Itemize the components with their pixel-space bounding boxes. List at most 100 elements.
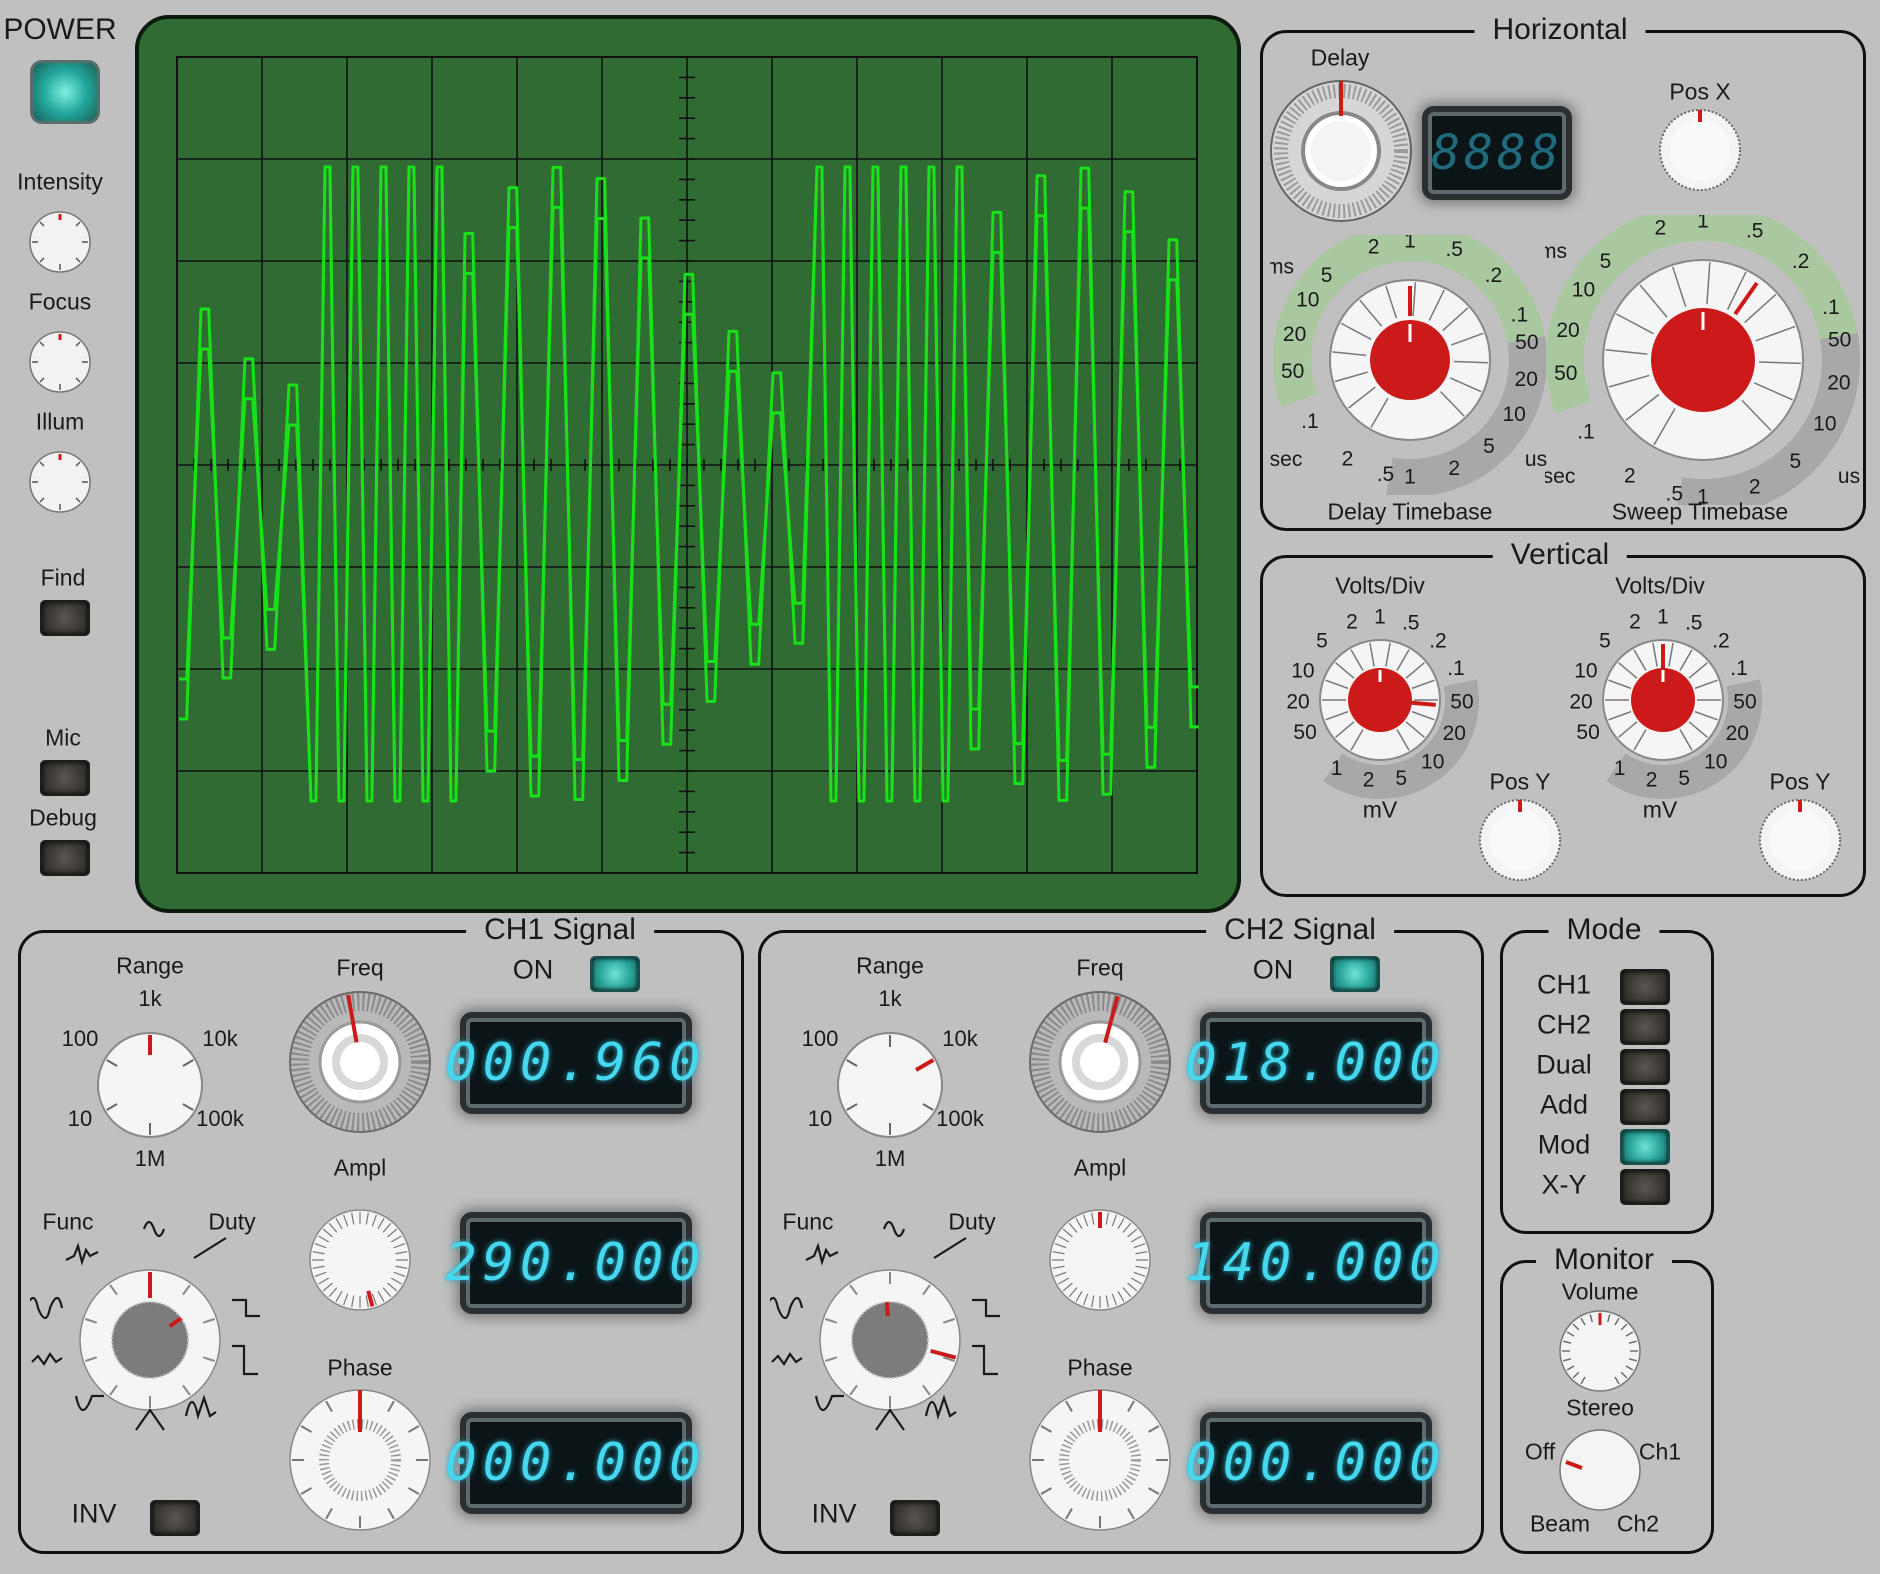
sweep-timebase-ms-tick: 5 [1600, 250, 1612, 273]
delay-timebase-us-tick: 2 [1448, 457, 1460, 480]
ch2-freq-knob[interactable] [1028, 990, 1172, 1134]
ch2-inv-label: INV [811, 1498, 857, 1529]
ch1-range-mark: 10k [202, 1026, 238, 1051]
debug-button[interactable] [40, 840, 90, 876]
ch1-volts-div-mv-tick: 50 [1450, 690, 1473, 713]
mic-button[interactable] [40, 760, 90, 796]
monitor-ch1-label: Ch1 [1638, 1438, 1682, 1465]
mode-x-y-button[interactable] [1620, 1169, 1670, 1205]
focus-knob[interactable] [28, 330, 92, 394]
mode-dual-button[interactable] [1620, 1049, 1670, 1085]
delay-timebase-ms-tick: .5 [1445, 238, 1463, 261]
delay-timebase-us-unit: us [1525, 448, 1547, 471]
stereo-selector-knob[interactable] [1558, 1428, 1642, 1512]
ch1-freq-display: 000.960 [445, 1018, 701, 1108]
sawtooth-wave-icon [933, 1237, 967, 1259]
delay-timebase-ms-tick: .1 [1511, 303, 1529, 326]
ch1-phase-knob[interactable] [288, 1388, 432, 1532]
ch2-range-knob[interactable]: 1k 100 10k 10 100k 1M [790, 985, 1000, 1175]
pos-x-knob[interactable] [1658, 108, 1742, 192]
ch2-title: CH2 Signal [1206, 913, 1394, 947]
ch2-range-mark: 100 [802, 1026, 839, 1051]
ch2-ampl-knob[interactable] [1048, 1208, 1152, 1312]
monitor-title: Monitor [1535, 1243, 1673, 1277]
sine-wave-icon [142, 1220, 166, 1238]
horizontal-title: Horizontal [1474, 13, 1646, 47]
debug-label: Debug [29, 804, 97, 831]
triangle-wave-icon [875, 1408, 905, 1431]
ch2-volts-div-v-low-tick: 20 [1569, 690, 1592, 713]
ch1-volts-div-mv-tick: 2 [1363, 769, 1375, 792]
delay-display: 8888 [1428, 112, 1566, 194]
ch2-volts-div-mv-tick: 50 [1733, 690, 1756, 713]
ch2-volts-div-dial[interactable]: 52 1.5.2.110205012 5102050 [1553, 600, 1773, 800]
power-button[interactable] [30, 60, 100, 124]
delay-timebase-ms-unit: ms [1270, 256, 1294, 279]
delay-timebase-ms-low-tick: 50 [1281, 360, 1304, 383]
mode-mod-button[interactable] [1620, 1129, 1670, 1165]
ch1-volts-div-v-tick: 2 [1346, 610, 1358, 633]
ch1-pos-y-knob[interactable] [1478, 798, 1562, 882]
ch2-freq-display: 018.000 [1185, 1018, 1441, 1108]
ch1-inv-label: INV [71, 1498, 117, 1529]
sweep-timebase-sec-unit: sec [1545, 465, 1575, 488]
sweep-timebase-ms-low-tick: 50 [1554, 362, 1577, 385]
delay-timebase-us-tick: 20 [1515, 368, 1538, 391]
ch1-range-mark: 1M [135, 1146, 166, 1171]
ch1-inv-button[interactable] [150, 1500, 200, 1536]
ch1-func-duty-knob[interactable] [30, 1205, 280, 1465]
mode-ch2-label: CH2 [1536, 1009, 1592, 1040]
pulse-wave-icon [972, 1344, 998, 1376]
ch1-range-mark: 100 [62, 1026, 99, 1051]
ch1-volts-div-v-tick: .1 [1447, 657, 1465, 680]
ch1-volts-div-indicator [1409, 700, 1436, 707]
ch2-inv-button[interactable] [890, 1500, 940, 1536]
ch2-pos-y-label: Pos Y [1769, 768, 1831, 795]
noise-wave-icon [65, 1242, 99, 1266]
delay-knob[interactable] [1268, 78, 1414, 224]
delay-timebase-sec-tick: .1 [1301, 410, 1319, 433]
ch1-ampl-knob[interactable] [308, 1208, 412, 1312]
ch2-volts-div-v-low-tick: 10 [1574, 660, 1597, 683]
ch2-func-label: Func [782, 1208, 834, 1235]
ch2-phase-display: 000.000 [1185, 1418, 1441, 1508]
ch1-volts-div-dial[interactable]: 52 1.5.2.110205012 5102050 [1270, 600, 1490, 800]
ch1-ampl-display: 290.000 [445, 1218, 701, 1308]
delay-timebase-dial[interactable]: 52 1.5.2.1102050.12.5 1 25102050mssec us [1270, 235, 1550, 495]
ch2-range-mark: 1M [875, 1146, 906, 1171]
intensity-knob[interactable] [28, 210, 92, 274]
ch1-func-duty-knob [111, 1301, 189, 1379]
ch1-volts-div-v-low-tick: 20 [1286, 690, 1309, 713]
ch2-duty-label: Duty [948, 1208, 996, 1235]
mode-add-button[interactable] [1620, 1089, 1670, 1125]
delay-timebase-ms-tick: 1 [1404, 235, 1416, 253]
ch1-on-button[interactable] [590, 956, 640, 992]
illum-knob[interactable] [28, 450, 92, 514]
ch2-trace [179, 165, 1199, 803]
sweep-timebase-us-tick: 2 [1749, 475, 1761, 498]
mode-x-y-label: X-Y [1541, 1169, 1587, 1200]
ch1-phase-display: 000.000 [445, 1418, 701, 1508]
find-button[interactable] [40, 600, 90, 636]
sweep-timebase-dial[interactable]: 52 1.5.2.1102050.12.5 1 25102050mssec us [1545, 215, 1865, 505]
ch1-freq-knob[interactable] [288, 990, 432, 1134]
mode-ch2-button[interactable] [1620, 1009, 1670, 1045]
ch2-volts-div-mv-tick: 1 [1614, 757, 1626, 780]
delay-timebase-ms-tick: 2 [1368, 235, 1380, 258]
monitor-beam-label: Beam [1529, 1510, 1591, 1537]
ch2-phase-knob[interactable] [1028, 1388, 1172, 1532]
ch2-on-button[interactable] [1330, 956, 1380, 992]
ch1-range-knob[interactable]: 1k 100 10k 10 100k 1M [50, 985, 260, 1175]
volume-knob[interactable] [1558, 1309, 1642, 1393]
ch1-ampl-label: Ampl [333, 1154, 387, 1181]
sweep-timebase-us-tick: 5 [1789, 450, 1801, 473]
ch1-volts-div-label: Volts/Div [1335, 572, 1425, 599]
delay-label: Delay [1310, 44, 1370, 71]
mode-dual-label: Dual [1536, 1049, 1592, 1080]
sweep-timebase-us-tick: 20 [1827, 372, 1850, 395]
mode-ch1-button[interactable] [1620, 969, 1670, 1005]
sweep-timebase-ms-tick: .5 [1746, 220, 1764, 243]
ch2-func-duty-knob[interactable] [770, 1205, 1020, 1465]
ch1-on-label: ON [512, 954, 554, 985]
ch2-pos-y-knob[interactable] [1758, 798, 1842, 882]
